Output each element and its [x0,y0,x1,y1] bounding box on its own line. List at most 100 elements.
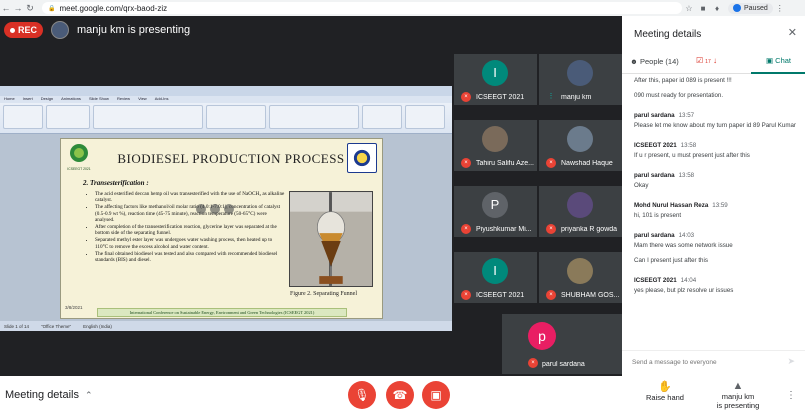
back-icon[interactable]: ← [0,3,12,13]
chat-text: 090 must ready for presentation. [634,92,724,99]
ppt-tab: Review [116,96,131,101]
mic-off-icon: × [546,158,556,168]
tab-people[interactable]: ☻ People (14) [630,57,679,66]
profile-button[interactable]: Paused [728,2,773,14]
forward-icon[interactable]: → [12,3,24,13]
mic-off-icon: × [461,224,471,234]
camera-toggle-button[interactable]: ▣ [422,381,450,409]
ppt-tabs: Home Insert Design Animations Slide Show… [0,96,452,103]
slide: ICSEEGT 2021 BIODIESEL PRODUCTION PROCES… [60,138,383,319]
participant-avatar [567,192,593,218]
raise-hand-button[interactable]: ✋ Raise hand [640,380,690,402]
ppt-tab: Slide Show [88,96,109,101]
reload-icon[interactable]: ↻ [24,3,36,14]
separating-funnel-photo [289,191,373,287]
chat-author: parul sardana [634,172,675,179]
conference-logo: ICSEEGT 2021 [67,144,91,171]
chat-time: 13:57 [678,112,695,119]
ppt-titlebar [0,86,452,96]
participant-grid: I × ICSEEGT 2021 ⋮ manju km × Tahiru Sal… [452,42,622,376]
extension-icon[interactable]: ■ [696,4,710,13]
star-icon[interactable]: ☆ [682,4,696,13]
participant-tile[interactable]: × Nawshad Haque [539,120,622,171]
chat-text: Please let me know about my turn paper i… [634,122,796,129]
menu-icon[interactable]: ⋮ [773,4,787,13]
tab-activities[interactable]: ☑ 17 ↓ [696,56,717,65]
present-screen-icon: ▲ [732,380,744,392]
chat-text: Mam there was some network issue [634,242,733,249]
ribbon-group [3,105,43,129]
mic-off-icon: 🎙 [354,388,370,402]
slide-date: 3/8/2021 [65,305,83,310]
overlay-button[interactable] [224,204,234,214]
participant-name: ICSEEGT 2021 [476,94,525,101]
chat-text: hi, 101 is present [634,212,682,219]
close-icon[interactable]: ✕ [788,26,797,39]
participant-tile[interactable]: I × ICSEEGT 2021 [454,54,537,105]
send-icon[interactable]: ➤ [787,356,795,367]
chat-text: yes please, but plz resolve ur issues [634,287,734,294]
participant-tile[interactable]: I × ICSEEGT 2021 [454,252,537,303]
chat-time: 13:59 [712,202,728,209]
featured-avatar: p [528,322,556,350]
presenting-button[interactable]: ▲ manju km is presenting [708,380,768,410]
chat-text: Okay [634,182,649,189]
mic-off-icon: × [528,358,538,368]
chat-author: Mohd Nurul Hassan Reza [634,202,709,209]
statusbar-item: "Office Theme" [41,323,72,329]
slide-bullet: The acid esterified deccan hemp oil was … [95,191,285,203]
presenting-label-2: is presenting [716,401,760,410]
participant-tile[interactable]: ⋮ manju km [539,54,622,105]
slide-title: BIODIESEL PRODUCTION PROCESS [117,151,345,166]
slide-bullet: The affecting factors like methanol/oil … [95,204,285,223]
chat-text: After this, paper id 089 is present !!! [634,77,732,84]
meeting-details-button[interactable]: Meeting details ⌃ [5,389,93,401]
puzzle-icon[interactable]: ♦ [710,4,724,13]
ppt-tab: View [138,96,147,101]
participant-name: SHUBHAM GOS... [561,292,620,299]
chat-author: ICSEEGT 2021 [634,277,677,284]
more-options-icon[interactable]: ⋮ [786,390,796,401]
presentation-overlay [196,204,234,214]
ribbon-group [46,105,90,129]
participant-avatar: P [482,192,508,218]
chat-time: 13:58 [680,142,697,149]
panel-title: Meeting details [634,29,702,40]
tab-chat-label: Chat [775,56,791,65]
ribbon-group [269,105,359,129]
overlay-button[interactable] [196,204,206,214]
chat-message: Mohd Nurul Hassan Reza 13:59 hi, 101 is p… [634,202,797,220]
slide-bullet: Separated methyl ester layer was undergo… [95,237,285,249]
hand-icon: ✋ [658,381,672,393]
featured-participant-tile[interactable]: p × parul sardana [502,314,622,374]
leave-call-button[interactable]: ☎ [386,381,414,409]
participant-tile[interactable]: × SHUBHAM GOS... [539,252,622,303]
mic-off-icon: × [546,224,556,234]
tab-chat[interactable]: ▣ Chat [766,56,791,65]
address-bar[interactable]: 🔒 meet.google.com/qrx-baod-ziz [42,2,682,14]
panel-tabs: ☻ People (14) ☑ 17 ↓ ▣ Chat [622,52,805,74]
participant-avatar [567,126,593,152]
overlay-button[interactable] [210,204,220,214]
participant-avatar [482,126,508,152]
ppt-tab: Insert [22,96,33,101]
people-icon: ☻ [630,57,638,66]
ribbon-group [405,105,445,129]
mic-toggle-button[interactable]: 🎙 [348,381,376,409]
participant-name: manju km [561,94,592,101]
chat-input[interactable] [632,355,782,369]
participant-tile[interactable]: × Tahiru Salifu Aze... [454,120,537,171]
participant-tile[interactable]: × priyanka R gowda [539,186,622,237]
chat-messages[interactable]: After this, paper id 089 is present !!! … [622,74,805,352]
participant-tile[interactable]: P × Piyushkumar Mi... [454,186,537,237]
chat-time: 14:03 [678,232,695,239]
camera-off-icon: ▣ [430,388,442,402]
statusbar-item: Slide 1 of 14 [4,323,30,329]
mic-off-icon: × [461,92,471,102]
chat-message: parul sardana 13:58 Okay [634,172,797,190]
chat-text: Can I present just after this [634,257,708,264]
participant-avatar: I [482,258,508,284]
mic-off-icon: × [546,290,556,300]
tab-people-label: People (14) [640,57,679,66]
ppt-tab: Animations [61,96,81,101]
